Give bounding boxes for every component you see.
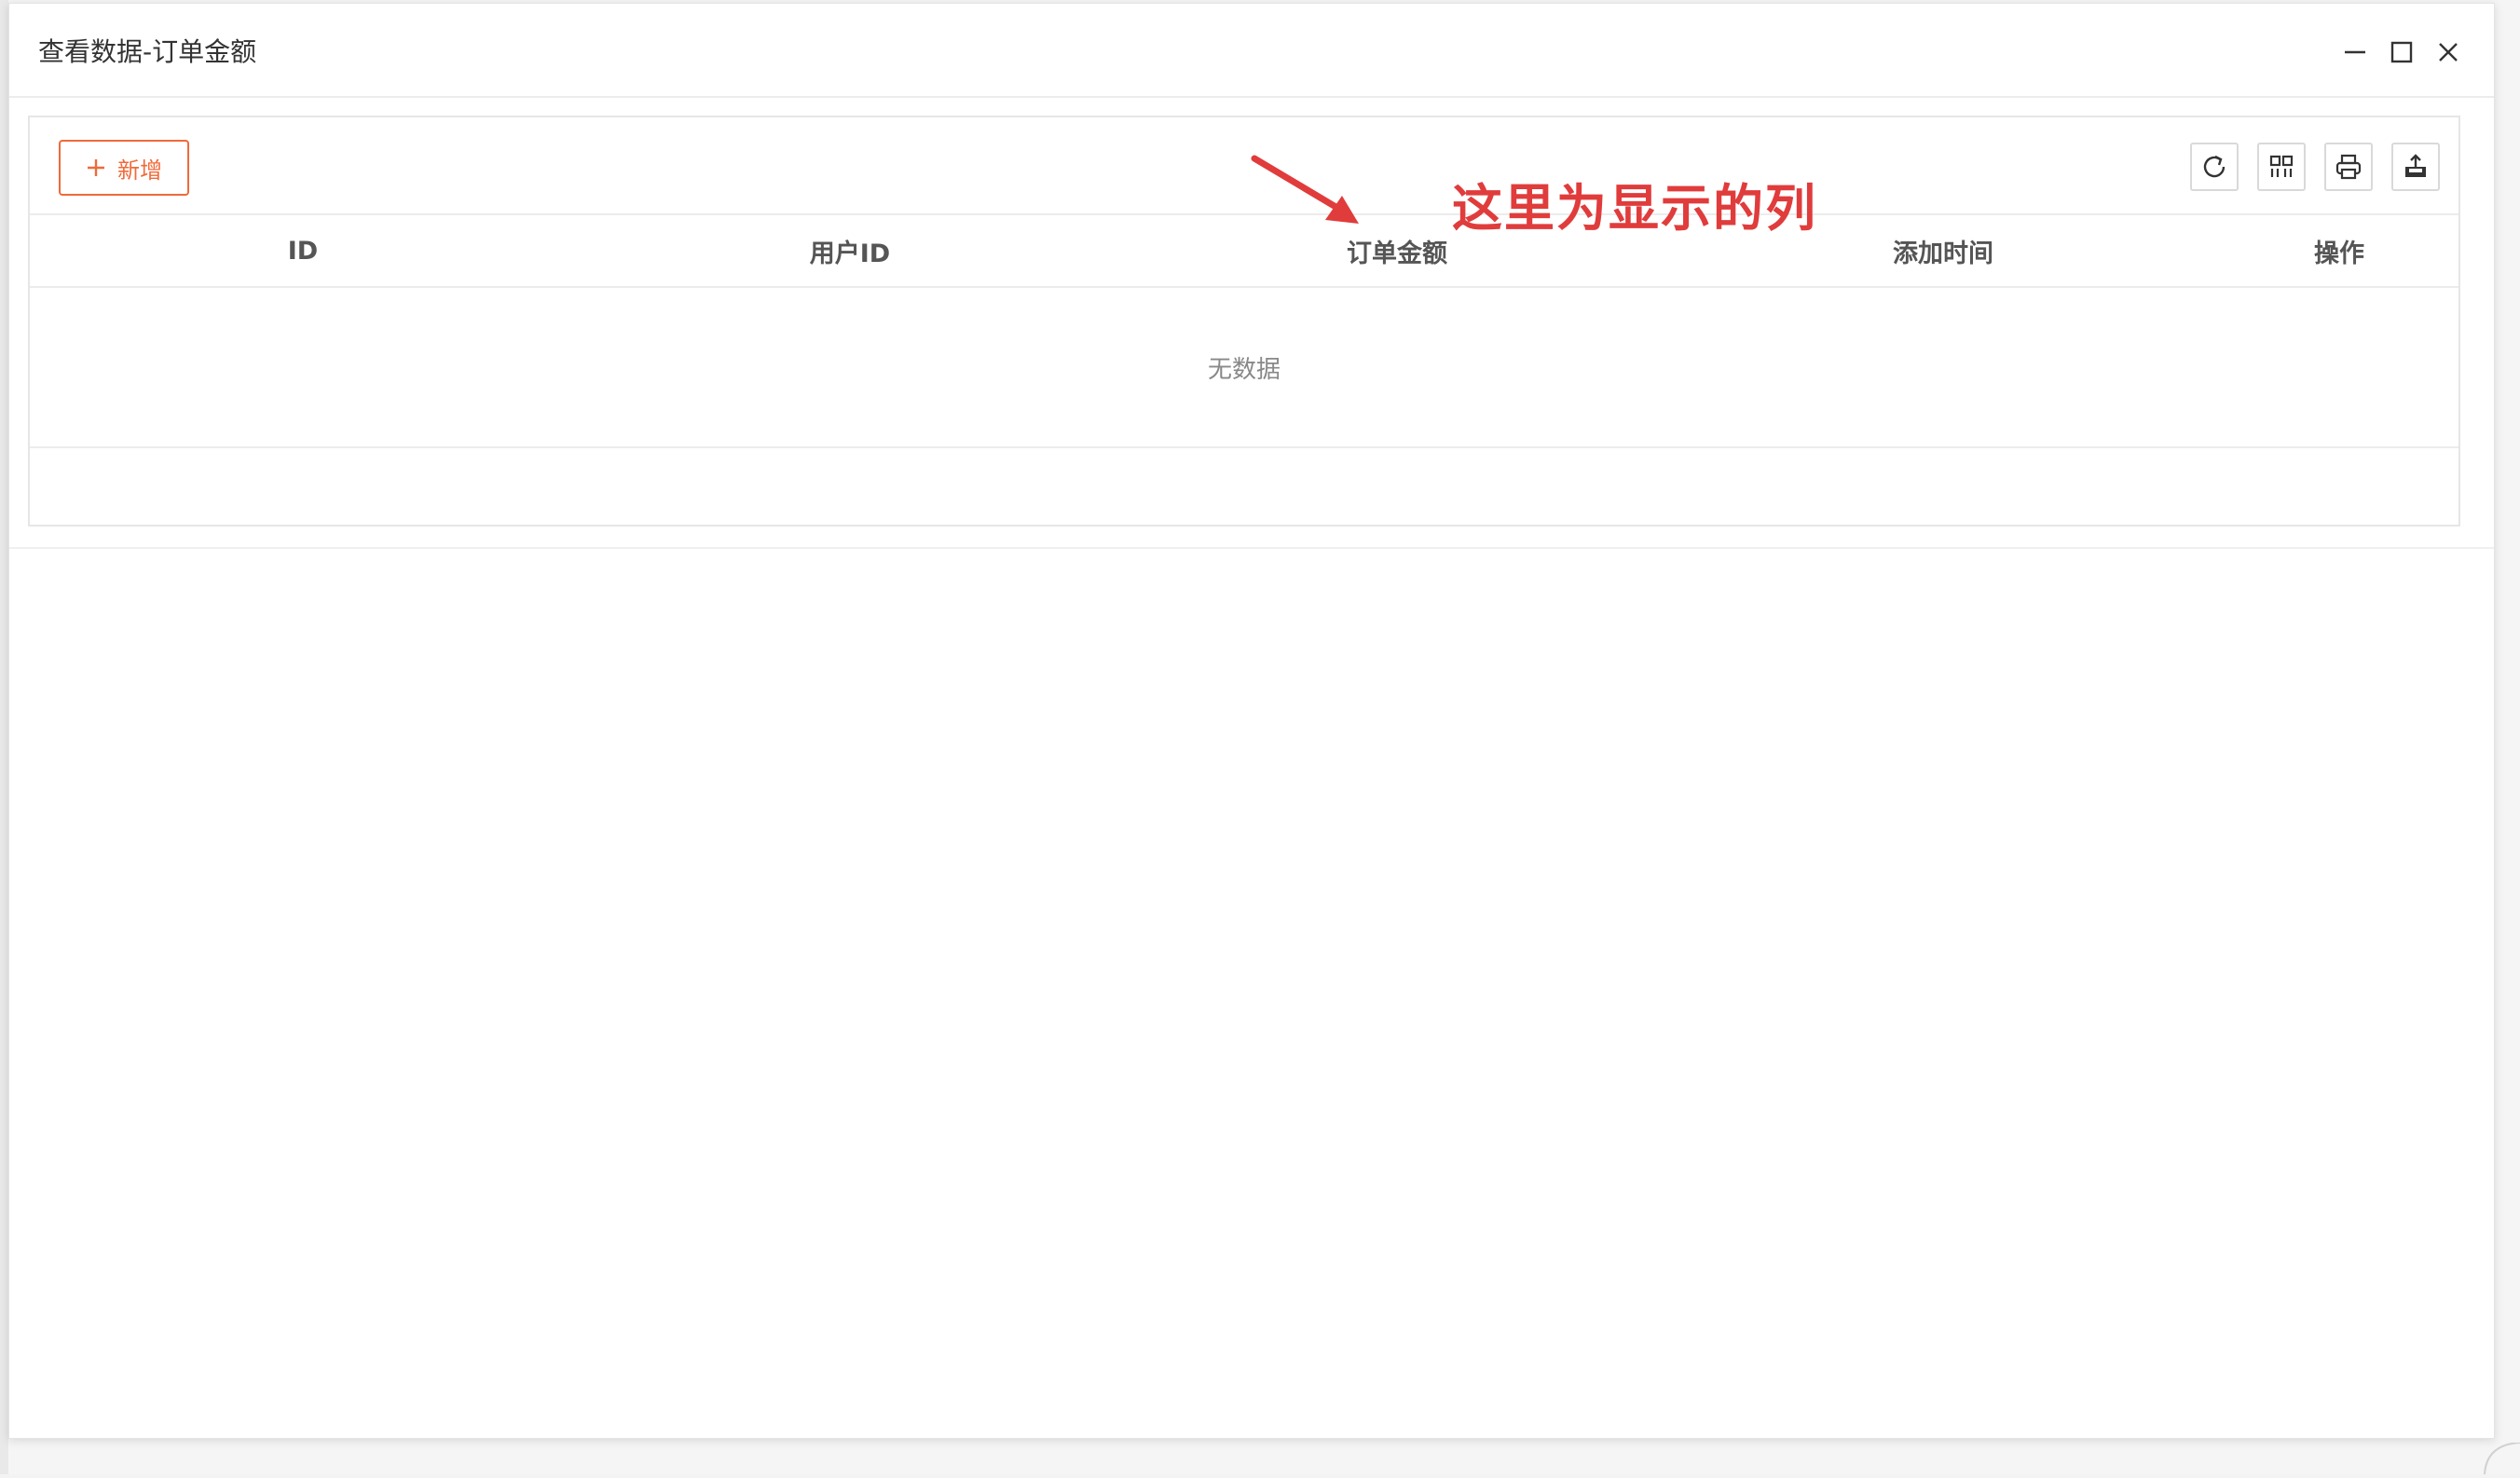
minimize-icon: [2345, 50, 2365, 54]
maximize-button[interactable]: [2383, 34, 2420, 71]
maximize-icon: [2390, 41, 2413, 63]
export-icon: [2405, 154, 2426, 177]
column-header-id[interactable]: ID: [30, 215, 576, 286]
add-button-label: 新增: [117, 157, 162, 184]
refresh-icon: [2203, 155, 2226, 178]
minimize-button[interactable]: [2336, 34, 2374, 71]
dialog-title: 查看数据-订单金额: [38, 36, 257, 67]
table-panel: 新增 ID 用户ID 订单金额 添加时间 操作 无数据: [28, 116, 2460, 527]
close-icon: [2439, 43, 2458, 62]
column-header-actions[interactable]: 操作: [2216, 215, 2462, 286]
annotation-arrow: [1249, 153, 1370, 240]
dialog-header: 查看数据-订单金额: [9, 4, 2494, 98]
background-edge: [0, 0, 8, 1474]
print-button[interactable]: [2324, 143, 2373, 191]
table-footer: [30, 448, 2458, 527]
table-header: ID 用户ID 订单金额 添加时间 操作: [30, 215, 2458, 288]
columns-icon: [2269, 155, 2294, 177]
column-header-user-id[interactable]: 用户ID: [576, 215, 1124, 286]
annotation-text: 这里为显示的列: [1452, 179, 1817, 238]
panel-divider: [9, 547, 2494, 549]
plus-icon: [88, 159, 104, 176]
columns-button[interactable]: [2257, 143, 2306, 191]
add-button[interactable]: 新增: [59, 140, 189, 196]
table-toolbar: 新增: [30, 117, 2458, 215]
empty-state-text: 无数据: [1207, 355, 1281, 384]
data-view-dialog: 查看数据-订单金额 新增 ID 用户ID 订单金额 添加时间 操作 无数据 这里…: [8, 3, 2495, 1439]
export-button[interactable]: [2391, 143, 2440, 191]
print-icon: [2335, 154, 2362, 180]
close-button[interactable]: [2430, 34, 2467, 71]
refresh-button[interactable]: [2190, 143, 2239, 191]
arrow-icon: [1251, 155, 1359, 224]
corner-fragment: [2479, 1442, 2520, 1475]
empty-state: 无数据: [30, 288, 2458, 448]
